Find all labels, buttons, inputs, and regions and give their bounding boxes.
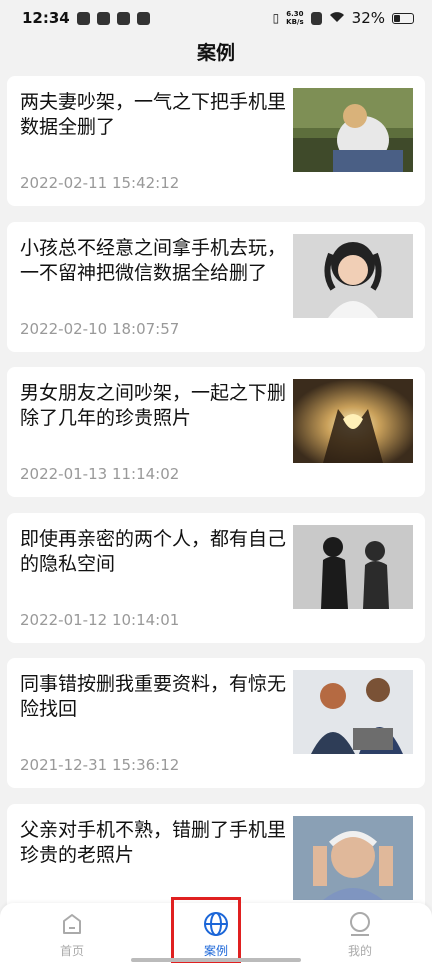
- tab-cases[interactable]: 案例: [144, 903, 288, 964]
- worried-old-man-photo: [293, 815, 413, 900]
- notification-link-icon: [116, 11, 130, 25]
- case-card[interactable]: 即使再亲密的两个人，都有自己的隐私空间 2022-01-12 10:14:01: [7, 512, 425, 643]
- case-list: 两夫妻吵架，一气之下把手机里数据全删了 2022-02-11 15:42:12 …: [7, 76, 425, 949]
- vibrate-icon: ▯: [272, 11, 280, 25]
- network-speed: 6.30 KB/s: [286, 10, 304, 26]
- distressed-woman-photo: [293, 88, 413, 172]
- tab-cases-label: 案例: [203, 944, 228, 958]
- tiktok-icon: [96, 11, 110, 25]
- notification-app-icon: [76, 11, 90, 25]
- user-icon: [350, 912, 370, 936]
- wifi-icon: [329, 9, 345, 27]
- tab-home-label: 首页: [59, 944, 84, 958]
- case-card[interactable]: 小孩总不经意之间拿手机去玩，一不留神把微信数据全给删了 2022-02-10 1…: [7, 221, 425, 352]
- case-date: 2022-01-12 10:14:01: [20, 610, 180, 629]
- sim-icon: [310, 11, 322, 25]
- case-date: 2022-02-11 15:42:12: [20, 174, 180, 192]
- battery-percent: 32%: [351, 9, 385, 27]
- case-card[interactable]: 同事错按删我重要资料，有惊无险找回 2021-12-31 15:36:12: [7, 658, 425, 788]
- case-date: 2021-12-31 15:36:12: [20, 756, 180, 774]
- coworkers-laptop-photo: [293, 670, 413, 754]
- heart-hands-sunset-photo: [293, 379, 413, 463]
- globe-icon: [204, 912, 228, 936]
- status-time: 12:34: [22, 9, 70, 27]
- tab-mine[interactable]: 我的: [288, 903, 432, 964]
- case-date: 2022-02-10 18:07:57: [20, 319, 180, 338]
- couple-silhouette-photo: [293, 524, 413, 609]
- notification-message-icon: [136, 11, 150, 25]
- tab-mine-label: 我的: [347, 944, 372, 958]
- case-title: 两夫妻吵架，一气之下把手机里数据全删了: [20, 91, 287, 138]
- status-bar: 12:34 ▯ 6.30 KB/s 32%: [0, 0, 432, 36]
- case-card[interactable]: 男女朋友之间吵架，一起之下删除了几年的珍贵照片 2022-01-13 11:14…: [7, 367, 425, 497]
- bottom-tab-bar: 首页 案例 我的: [0, 903, 432, 964]
- home-icon: [63, 914, 81, 934]
- case-title: 即使再亲密的两个人，都有自己的隐私空间: [20, 527, 287, 575]
- case-title: 小孩总不经意之间拿手机去玩，一不留神把微信数据全给删了: [20, 236, 287, 284]
- case-title: 父亲对手机不熟，错删了手机里珍贵的老照片: [20, 818, 287, 866]
- crying-child-photo: [293, 233, 413, 318]
- page-title: 案例: [196, 41, 235, 64]
- case-title: 男女朋友之间吵架，一起之下删除了几年的珍贵照片: [20, 382, 287, 429]
- case-title: 同事错按删我重要资料，有惊无险找回: [20, 673, 287, 720]
- home-indicator: [131, 958, 301, 962]
- tab-home[interactable]: 首页: [0, 903, 144, 964]
- case-card[interactable]: 两夫妻吵架，一气之下把手机里数据全删了 2022-02-11 15:42:12: [7, 76, 425, 206]
- battery-icon: [392, 12, 414, 24]
- case-date: 2022-01-13 11:14:02: [20, 465, 180, 483]
